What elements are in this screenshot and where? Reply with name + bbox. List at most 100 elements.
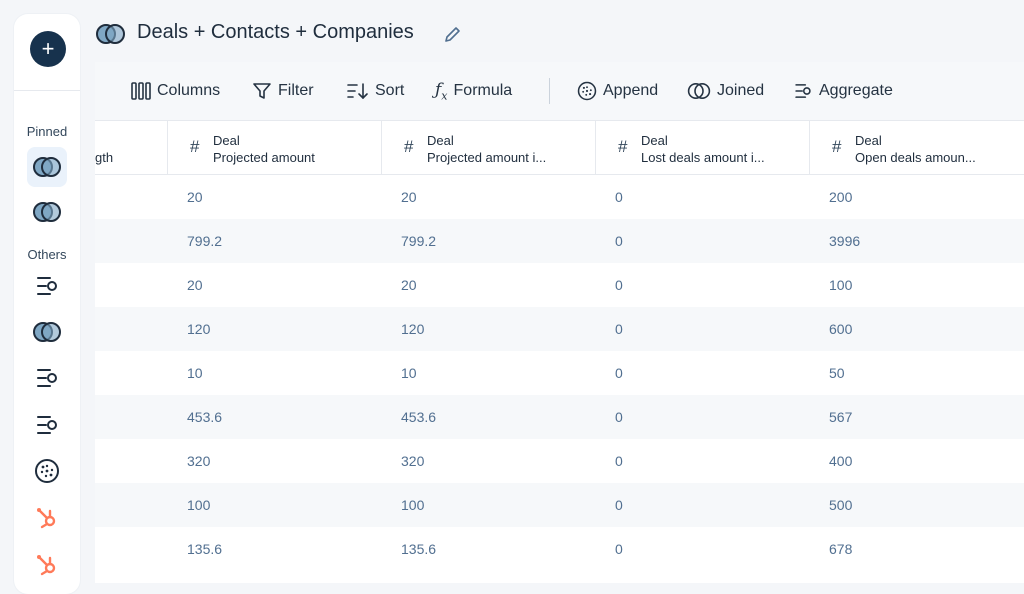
table-cell[interactable]: 320 xyxy=(401,453,424,469)
column-header-4[interactable]: # Deal Open deals amoun... xyxy=(809,121,1024,174)
aggregate-label: Aggregate xyxy=(819,82,893,99)
filter-icon xyxy=(253,83,271,99)
toolbar: Columns Filter Sort ƒx Formula Append Jo… xyxy=(95,62,1024,121)
columns-icon xyxy=(131,82,151,100)
table-cell[interactable]: 0 xyxy=(615,453,623,469)
table-cell[interactable]: 0 xyxy=(615,189,623,205)
number-type-icon: # xyxy=(404,137,414,156)
add-button[interactable]: + xyxy=(30,31,66,67)
table-cell[interactable]: 50 xyxy=(829,365,845,381)
table-cell[interactable]: 799.2 xyxy=(401,233,436,249)
table-cell[interactable]: 200 xyxy=(829,189,852,205)
joined-icon xyxy=(33,202,61,222)
column-name: Projected amount xyxy=(213,150,315,165)
aggregate-icon xyxy=(37,277,57,295)
column-header-partial[interactable]: gth xyxy=(95,150,113,165)
sidebar-item-other-hubspot-1[interactable] xyxy=(27,498,67,538)
table-cell[interactable]: 10 xyxy=(401,365,417,381)
table-cell[interactable]: 0 xyxy=(615,277,623,293)
table-row[interactable]: 799.2 799.2 0 3996 xyxy=(95,219,1024,263)
others-label: Others xyxy=(27,247,67,262)
filter-button[interactable]: Filter xyxy=(252,80,314,102)
number-type-icon: # xyxy=(190,137,200,156)
sidebar-item-other-hubspot-2[interactable] xyxy=(27,545,67,585)
table-cell[interactable]: 567 xyxy=(829,409,852,425)
joined-icon xyxy=(33,157,61,177)
table-cell[interactable]: 600 xyxy=(829,321,852,337)
filter-label: Filter xyxy=(278,82,314,99)
column-header-1[interactable]: # Deal Projected amount xyxy=(167,121,381,174)
table-cell[interactable]: 0 xyxy=(615,321,623,337)
table-cell[interactable]: 100 xyxy=(401,497,424,513)
column-source: Deal xyxy=(213,133,240,148)
table-row[interactable]: 320 320 0 400 xyxy=(95,439,1024,483)
aggregate-button[interactable]: Aggregate xyxy=(793,80,893,102)
table-row[interactable]: 20 20 0 100 xyxy=(95,263,1024,307)
table-cell[interactable]: 799.2 xyxy=(187,233,222,249)
columns-label: Columns xyxy=(157,82,221,99)
table-cell[interactable]: 0 xyxy=(615,365,623,381)
data-table: gth # Deal Projected amount # Deal Proje… xyxy=(95,121,1024,583)
table-cell[interactable]: 0 xyxy=(615,497,623,513)
joined-button[interactable]: Joined xyxy=(687,80,764,102)
column-header-3[interactable]: # Deal Lost deals amount i... xyxy=(595,121,809,174)
table-cell[interactable]: 100 xyxy=(829,277,852,293)
table-cell[interactable]: 453.6 xyxy=(401,409,436,425)
table-cell[interactable]: 0 xyxy=(615,541,623,557)
append-icon xyxy=(35,459,59,483)
table-cell[interactable]: 678 xyxy=(829,541,852,557)
table-cell[interactable]: 120 xyxy=(187,321,210,337)
sidebar-item-pinned-joined-1[interactable] xyxy=(27,147,67,187)
formula-label: Formula xyxy=(453,82,513,99)
pencil-icon[interactable] xyxy=(443,24,463,44)
column-name: Projected amount i... xyxy=(427,150,547,165)
formula-button[interactable]: ƒx Formula xyxy=(435,80,512,102)
append-button[interactable]: Append xyxy=(577,80,658,102)
table-cell[interactable]: 500 xyxy=(829,497,852,513)
table-cell[interactable]: 135.6 xyxy=(187,541,222,557)
table-row[interactable]: 120 120 0 600 xyxy=(95,307,1024,351)
table-cell[interactable]: 320 xyxy=(187,453,210,469)
table-cell[interactable]: 0 xyxy=(615,409,623,425)
table-cell[interactable]: 453.6 xyxy=(187,409,222,425)
column-header-2[interactable]: # Deal Projected amount i... xyxy=(381,121,595,174)
table-row[interactable]: 135.6 135.6 0 678 xyxy=(95,527,1024,571)
table-row[interactable]: 20 20 0 200 xyxy=(95,175,1024,219)
table-cell[interactable]: 20 xyxy=(187,277,203,293)
column-name: Lost deals amount i... xyxy=(641,150,765,165)
table-cell[interactable]: 120 xyxy=(401,321,424,337)
table-cell[interactable]: 0 xyxy=(615,233,623,249)
joined-icon xyxy=(687,83,711,99)
table-row[interactable]: 100 100 0 500 xyxy=(95,483,1024,527)
hubspot-icon xyxy=(37,508,56,529)
table-row[interactable]: 453.6 453.6 0 567 xyxy=(95,395,1024,439)
sidebar-item-pinned-joined-2[interactable] xyxy=(27,192,67,232)
pinned-label: Pinned xyxy=(26,124,68,139)
aggregate-icon xyxy=(37,416,57,434)
columns-button[interactable]: Columns xyxy=(131,80,220,102)
number-type-icon: # xyxy=(832,137,842,156)
sidebar-item-other-aggregate-2[interactable] xyxy=(27,358,67,398)
table-cell[interactable]: 20 xyxy=(401,277,417,293)
aggregate-icon xyxy=(37,369,57,387)
sidebar-item-other-aggregate-1[interactable] xyxy=(27,266,67,306)
column-source: Deal xyxy=(641,133,668,148)
table-cell[interactable]: 400 xyxy=(829,453,852,469)
sidebar-divider xyxy=(14,90,80,91)
sort-label: Sort xyxy=(375,82,405,99)
table-cell[interactable]: 20 xyxy=(187,189,203,205)
sidebar-item-other-joined[interactable] xyxy=(27,312,67,352)
joined-label: Joined xyxy=(717,82,765,99)
table-cell[interactable]: 135.6 xyxy=(401,541,436,557)
sidebar-item-other-append[interactable] xyxy=(27,451,67,491)
table-cell[interactable]: 3996 xyxy=(829,233,860,249)
column-source: Deal xyxy=(855,133,882,148)
table-cell[interactable]: 20 xyxy=(401,189,417,205)
table-row[interactable]: 10 10 0 50 xyxy=(95,351,1024,395)
sidebar-item-other-aggregate-3[interactable] xyxy=(27,405,67,445)
table-cell[interactable]: 100 xyxy=(187,497,210,513)
table-cell[interactable]: 10 xyxy=(187,365,203,381)
append-label: Append xyxy=(603,82,659,99)
sort-button[interactable]: Sort xyxy=(347,80,404,102)
number-type-icon: # xyxy=(618,137,628,156)
